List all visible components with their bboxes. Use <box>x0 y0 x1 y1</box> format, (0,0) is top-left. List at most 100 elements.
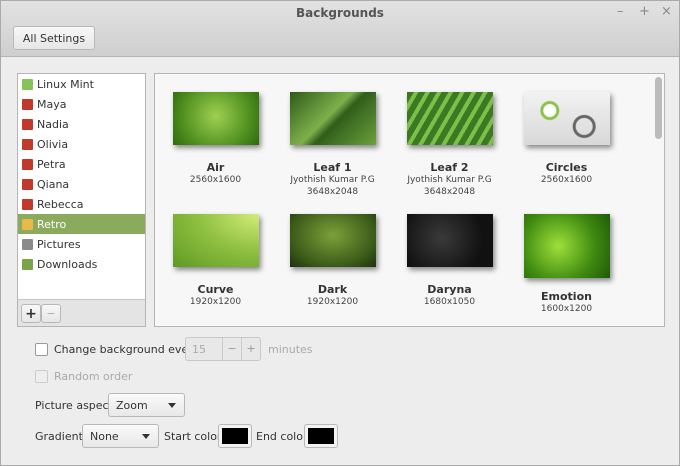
wallpaper-size: 2560x1600 <box>540 175 593 185</box>
wallpaper-name: Emotion <box>541 290 592 303</box>
wallpaper-name: Leaf 2 <box>430 161 469 174</box>
sidebar-item-maya[interactable]: Maya <box>18 94 145 114</box>
wallpaper-name: Leaf 1 <box>313 161 352 174</box>
remove-folder-button[interactable]: − <box>41 304 61 323</box>
start-color-label: Start color <box>164 430 222 443</box>
interval-plus[interactable]: + <box>241 338 260 360</box>
wallpaper-size: 1600x1200 <box>540 304 593 314</box>
wallpaper-author: Jyothish Kumar P.G <box>290 175 375 185</box>
wallpaper-item[interactable]: Air 2560x1600 <box>157 92 274 186</box>
window: Backgrounds – + × All Settings Linux Min… <box>0 0 680 466</box>
window-title: Backgrounds <box>296 6 384 20</box>
sidebar-item-rebecca[interactable]: Rebecca <box>18 194 145 214</box>
wallpaper-item[interactable]: Dark 1920x1200 <box>274 214 391 308</box>
wallpaper-thumbnail <box>523 92 610 145</box>
wallpaper-name: Circles <box>545 161 588 174</box>
pictures-folder-icon <box>22 238 33 250</box>
sidebar-item-linux-mint[interactable]: Linux Mint <box>18 74 145 94</box>
sidebar-toolbar: + − <box>18 299 145 326</box>
sidebar-item-nadia[interactable]: Nadia <box>18 114 145 134</box>
collection-icon <box>22 178 33 190</box>
gradient-dropdown[interactable]: None <box>82 424 159 448</box>
sidebar-item-label: Downloads <box>37 257 98 271</box>
interval-value: 15 <box>192 343 206 356</box>
sidebar-item-label: Olivia <box>37 137 69 151</box>
random-order-label: Random order <box>54 370 133 383</box>
collection-icon <box>22 98 33 110</box>
interval-minus[interactable]: − <box>222 338 241 360</box>
minimize-button[interactable]: – <box>617 4 624 19</box>
wallpaper-size: 2560x1600 <box>189 175 242 185</box>
sidebar-item-downloads[interactable]: Downloads <box>18 254 145 274</box>
sidebar-item-label: Pictures <box>37 237 81 251</box>
scrollbar[interactable] <box>655 77 662 139</box>
sidebar-item-pictures[interactable]: Pictures <box>18 234 145 254</box>
sidebar-item-label: Petra <box>37 157 66 171</box>
change-background-label: Change background every <box>54 343 200 356</box>
gradient-value: None <box>90 429 119 443</box>
maximize-button[interactable]: + <box>639 4 650 19</box>
interval-spinbox[interactable]: 15 − + <box>185 337 261 361</box>
gradient-label: Gradient <box>35 430 83 443</box>
sidebar-item-label: Nadia <box>37 117 69 131</box>
wallpaper-thumbnail <box>523 214 610 278</box>
change-background-checkbox[interactable] <box>35 343 48 356</box>
add-folder-button[interactable]: + <box>21 304 41 323</box>
collection-icon <box>22 198 33 210</box>
title-bar: Backgrounds – + × All Settings <box>1 1 679 57</box>
retro-icon <box>22 218 33 230</box>
sidebar-item-label: Linux Mint <box>37 77 94 91</box>
wallpaper-size: 3648x2048 <box>306 187 359 197</box>
wallpaper-name: Daryna <box>427 283 472 296</box>
chevron-down-icon <box>168 403 176 408</box>
picture-aspect-value: Zoom <box>116 398 148 412</box>
end-color-label: End color <box>256 430 308 443</box>
sidebar-item-label: Maya <box>37 97 67 111</box>
wallpaper-grid: Air 2560x1600 Leaf 1 Jyothish Kumar P.G … <box>154 73 665 327</box>
wallpaper-thumbnail <box>406 92 493 145</box>
wallpaper-size: 1920x1200 <box>189 297 242 307</box>
sidebar-item-qiana[interactable]: Qiana <box>18 174 145 194</box>
sidebar-item-retro[interactable]: Retro <box>18 214 145 234</box>
wallpaper-thumbnail <box>406 214 493 267</box>
all-settings-button[interactable]: All Settings <box>13 26 95 50</box>
sidebar-item-label: Retro <box>37 217 67 231</box>
wallpaper-item[interactable]: Curve 1920x1200 <box>157 214 274 308</box>
wallpaper-size: 3648x2048 <box>423 187 476 197</box>
start-color-button[interactable] <box>218 424 252 448</box>
sidebar-item-petra[interactable]: Petra <box>18 154 145 174</box>
wallpaper-thumbnail <box>172 214 259 267</box>
sidebar-item-label: Rebecca <box>37 197 84 211</box>
downloads-folder-icon <box>22 258 33 270</box>
wallpaper-item[interactable]: Emotion 1600x1200 <box>508 214 625 315</box>
wallpaper-item[interactable]: Daryna 1680x1050 <box>391 214 508 308</box>
end-color-button[interactable] <box>304 424 338 448</box>
picture-aspect-dropdown[interactable]: Zoom <box>108 393 185 417</box>
random-order-checkbox[interactable] <box>35 370 48 383</box>
sidebar-item-olivia[interactable]: Olivia <box>18 134 145 154</box>
wallpaper-size: 1680x1050 <box>423 297 476 307</box>
collection-icon <box>22 118 33 130</box>
wallpaper-item[interactable]: Circles 2560x1600 <box>508 92 625 186</box>
end-color-swatch <box>308 428 334 444</box>
wallpaper-thumbnail <box>289 92 376 145</box>
wallpaper-name: Dark <box>317 283 348 296</box>
close-button[interactable]: × <box>661 4 672 19</box>
chevron-down-icon <box>142 434 150 439</box>
collection-icon <box>22 138 33 150</box>
wallpaper-item[interactable]: Leaf 2 Jyothish Kumar P.G 3648x2048 <box>391 92 508 198</box>
wallpaper-name: Air <box>206 161 225 174</box>
wallpaper-thumbnail <box>289 214 376 267</box>
wallpaper-author: Jyothish Kumar P.G <box>407 175 492 185</box>
start-color-swatch <box>222 428 248 444</box>
minutes-label: minutes <box>268 343 313 356</box>
sidebar-item-label: Qiana <box>37 177 70 191</box>
wallpaper-name: Curve <box>197 283 234 296</box>
sidebar-list: Linux Mint Maya Nadia Olivia Petra Qiana Rebec… <box>17 73 146 327</box>
wallpaper-item[interactable]: Leaf 1 Jyothish Kumar P.G 3648x2048 <box>274 92 391 198</box>
wallpaper-thumbnail <box>172 92 259 145</box>
collection-icon <box>22 158 33 170</box>
wallpaper-size: 1920x1200 <box>306 297 359 307</box>
picture-aspect-label: Picture aspect <box>35 399 113 412</box>
mint-logo-icon <box>22 78 33 90</box>
